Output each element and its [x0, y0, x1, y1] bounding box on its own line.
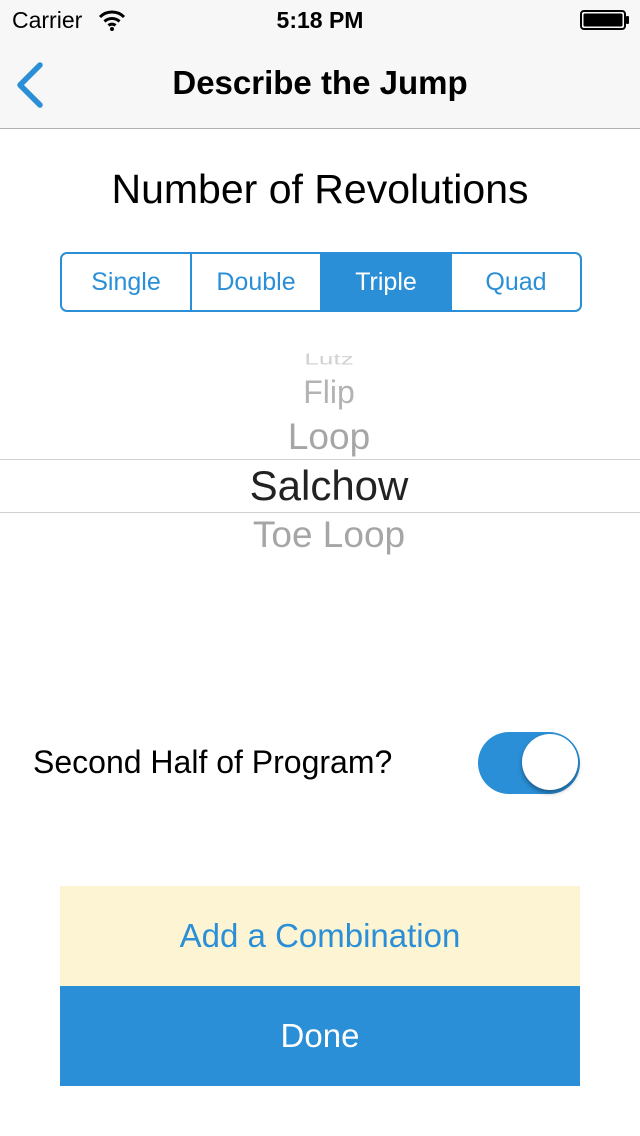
battery-icon [580, 10, 629, 30]
picker-selection-divider-top [0, 459, 640, 460]
picker-item-flip[interactable]: Flip [9, 374, 640, 411]
segment-single[interactable]: Single [62, 254, 190, 310]
done-button[interactable]: Done [60, 986, 580, 1086]
add-combination-button[interactable]: Add a Combination [60, 886, 580, 986]
picker-item-toe-loop[interactable]: Toe Loop [9, 514, 640, 556]
toggle-knob [522, 734, 578, 790]
revolutions-heading: Number of Revolutions [111, 166, 529, 212]
navigation-bar: Describe the Jump [0, 40, 640, 129]
status-time: 5:18 PM [276, 7, 364, 33]
segment-triple[interactable]: Triple [320, 254, 450, 310]
segment-quad[interactable]: Quad [450, 254, 580, 310]
second-half-label: Second Half of Program? [33, 744, 393, 780]
picker-item-loop[interactable]: Loop [9, 416, 640, 458]
segment-double[interactable]: Double [190, 254, 320, 310]
picker-item-salchow[interactable]: Salchow [9, 462, 640, 510]
picker-selection-divider-bottom [0, 512, 640, 513]
picker-item-lutz[interactable]: Lutz [9, 350, 640, 369]
revolutions-segmented-control: Single Double Triple Quad [60, 252, 582, 312]
jump-type-picker[interactable]: Lutz Flip Loop Salchow Toe Loop [0, 340, 640, 580]
page-title: Describe the Jump [172, 64, 468, 101]
second-half-toggle[interactable] [478, 732, 580, 794]
